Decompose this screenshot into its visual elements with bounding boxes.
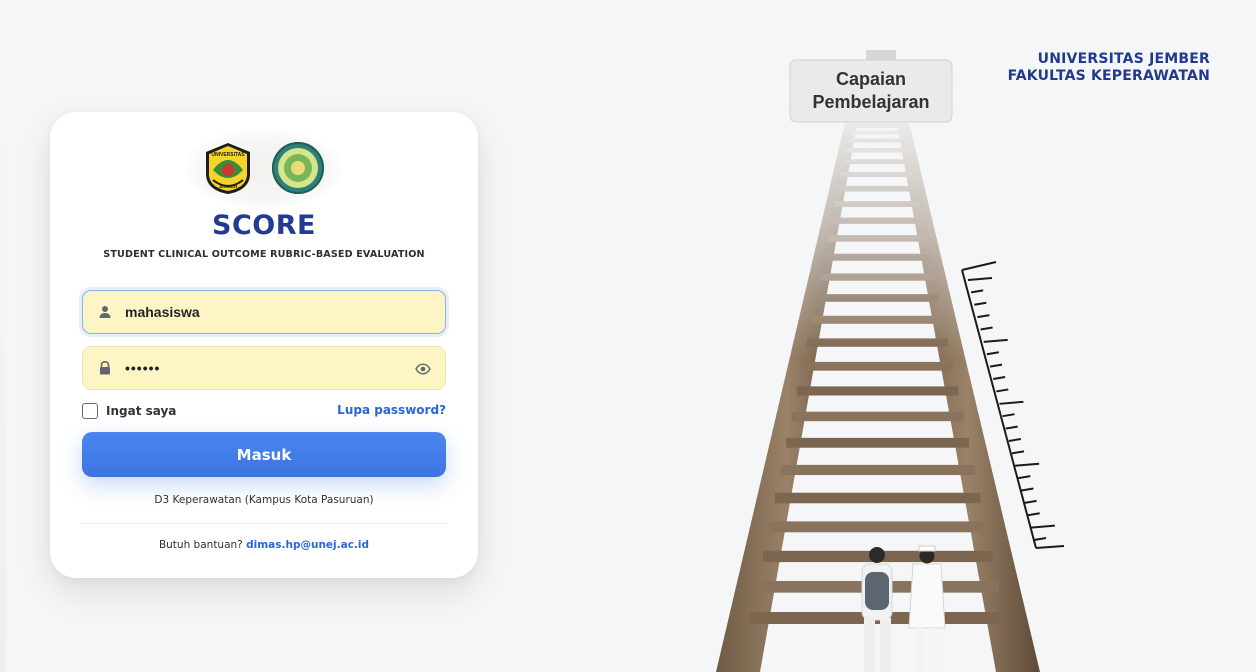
eye-icon[interactable] — [415, 361, 431, 377]
remember-checkbox[interactable] — [82, 403, 98, 419]
svg-text:JEMBER: JEMBER — [219, 184, 239, 189]
remember-label: Ingat saya — [106, 404, 177, 418]
help-email-link[interactable]: dimas.hp@unej.ac.id — [246, 539, 369, 551]
unej-logo: UNIVERSITAS JEMBER — [206, 143, 250, 194]
remember-me[interactable]: Ingat saya — [82, 402, 176, 420]
divider — [82, 523, 446, 524]
username-input[interactable] — [125, 291, 405, 333]
help-prefix: Butuh bantuan? — [158, 539, 243, 551]
svg-text:UNIVERSITAS: UNIVERSITAS — [211, 152, 245, 158]
sign-capaian-pembelajaran: Capaian Pembelajaran — [789, 50, 953, 123]
user-icon — [99, 306, 111, 318]
login-page: Capaian Pembelajaran UNIVERSITAS JEMBER — [0, 0, 1256, 672]
login-card: UNIVERSITAS JEMBER SCORE STUDENT CLINICA… — [50, 112, 478, 578]
lock-icon — [100, 360, 110, 375]
sign-line-1: Capaian — [836, 69, 906, 89]
sign-line-2: Pembelajaran — [812, 92, 929, 112]
campus-label: D3 Keperawatan (Kampus Kota Pasuruan) — [154, 494, 374, 506]
app-title: SCORE — [212, 210, 316, 241]
app-subtitle: STUDENT CLINICAL OUTCOME RUBRIC-BASED EV… — [103, 249, 425, 260]
university-name: UNIVERSITAS JEMBER — [1037, 51, 1210, 67]
fkep-logo — [272, 142, 324, 194]
faculty-name: FAKULTAS KEPERAWATAN — [1007, 68, 1210, 84]
help-text: Butuh bantuan? dimas.hp@unej.ac.id — [50, 539, 478, 551]
logo-group: UNIVERSITAS JEMBER — [186, 130, 342, 208]
password-field[interactable] — [82, 346, 446, 390]
forgot-password-link[interactable]: Lupa password? — [337, 403, 446, 417]
password-input[interactable] — [125, 347, 405, 389]
university-header: UNIVERSITAS JEMBER FAKULTAS KEPERAWATAN — [1008, 51, 1210, 85]
username-field[interactable] — [82, 290, 446, 334]
login-button[interactable]: Masuk — [82, 432, 446, 477]
